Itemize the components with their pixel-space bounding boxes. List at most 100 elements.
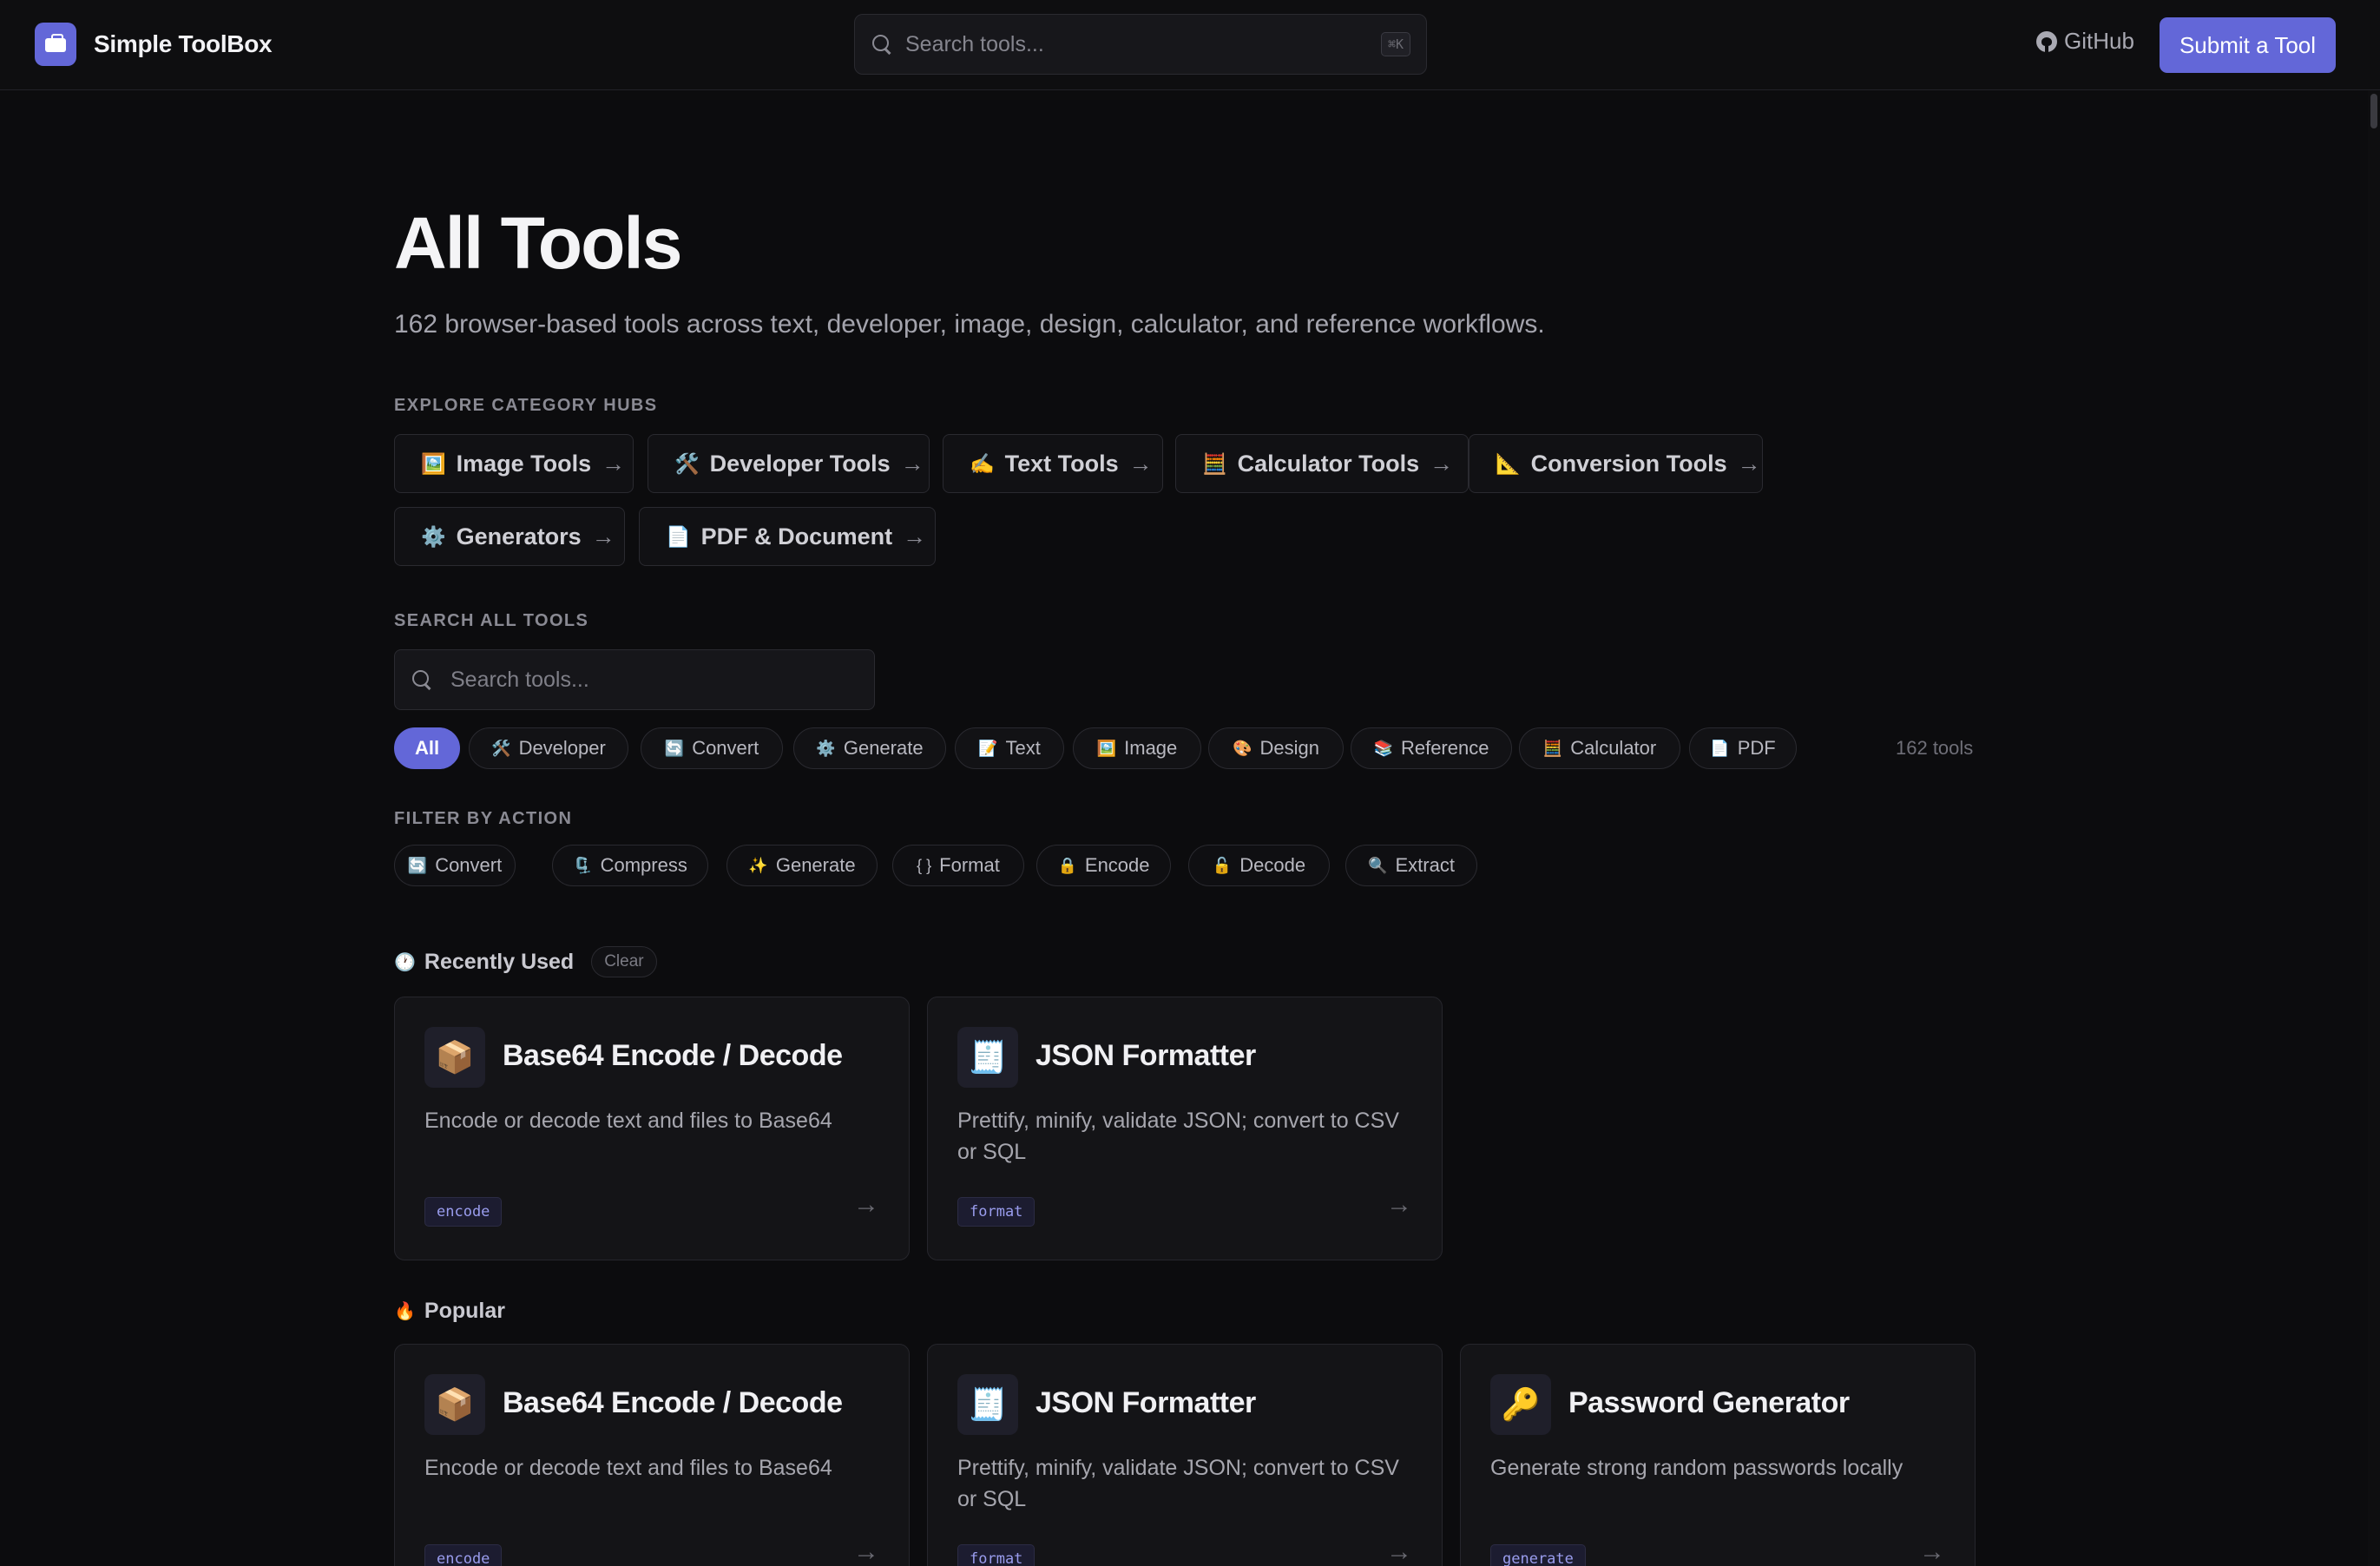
action-chip-format[interactable]: { } Format	[892, 845, 1024, 886]
arrow-right-icon: →	[853, 1190, 879, 1219]
chip-label: Convert	[435, 854, 503, 876]
tool-card[interactable]: 📦 Base64 Encode / Decode Encode or decod…	[394, 1344, 910, 1566]
hub-label: Developer Tools	[709, 450, 891, 477]
search-icon	[412, 670, 431, 689]
submit-tool-button[interactable]: Submit a Tool	[2160, 17, 2336, 73]
hub-label: Image Tools	[456, 450, 592, 477]
action-chip-encode[interactable]: 🔒 Encode	[1036, 845, 1171, 886]
main-content: All Tools 162 browser-based tools across…	[394, 0, 1977, 1566]
chip-label: Extract	[1395, 854, 1455, 876]
category-chip-calculator[interactable]: 🧮 Calculator	[1519, 727, 1680, 769]
chip-label: Decode	[1239, 854, 1306, 876]
category-chip-text[interactable]: 📝 Text	[955, 727, 1064, 769]
arrow-right-icon: →	[1919, 1537, 1945, 1566]
search-all-label: SEARCH ALL TOOLS	[394, 611, 589, 630]
tools-search-input[interactable]	[450, 667, 874, 693]
hub-text-tools[interactable]: ✍️ Text Tools →	[943, 434, 1163, 493]
category-chip-image[interactable]: 🖼️ Image	[1073, 727, 1201, 769]
action-chip-decode[interactable]: 🔓 Decode	[1188, 845, 1330, 886]
arrow-right-icon: →	[1128, 450, 1153, 477]
arrow-right-icon: →	[903, 523, 927, 549]
tools-search[interactable]	[394, 649, 875, 710]
brand-link[interactable]: Simple ToolBox	[35, 23, 273, 66]
card-description: Prettify, minify, validate JSON; convert…	[957, 1456, 1399, 1511]
github-label: GitHub	[2064, 28, 2134, 54]
page-scrollbar[interactable]	[2368, 90, 2380, 1566]
category-chip-all[interactable]: All	[394, 727, 460, 769]
action-chip-convert[interactable]: 🔄 Convert	[394, 845, 516, 886]
category-chip-generate[interactable]: ⚙️ Generate	[793, 727, 946, 769]
card-title: Password Generator	[1568, 1386, 1850, 1419]
hub-image-tools[interactable]: 🖼️ Image Tools →	[394, 434, 634, 493]
gear-icon: ⚙️	[421, 524, 446, 548]
package-icon: 📦	[424, 1027, 485, 1088]
refresh-icon: 🔄	[407, 856, 428, 874]
tool-card[interactable]: 📦 Base64 Encode / Decode Encode or decod…	[394, 997, 910, 1260]
hub-label: Generators	[456, 523, 582, 549]
chip-label: PDF	[1737, 737, 1776, 759]
arrow-right-icon: →	[853, 1537, 879, 1566]
hub-label: PDF & Document	[700, 523, 893, 549]
action-chip-compress[interactable]: 🗜️ Compress	[552, 845, 708, 886]
chip-label: Calculator	[1570, 737, 1657, 759]
gear-icon: ⚙️	[816, 739, 836, 757]
tools-count: 162 tools	[1896, 737, 1974, 759]
document-icon: 📄	[666, 524, 691, 548]
compress-icon: 🗜️	[573, 856, 593, 874]
card-description: Prettify, minify, validate JSON; convert…	[957, 1109, 1399, 1164]
chip-label: Generate	[775, 854, 856, 876]
card-description: Encode or decode text and files to Base6…	[424, 1109, 832, 1133]
chip-label: Design	[1259, 737, 1319, 759]
category-chip-pdf[interactable]: 📄 PDF	[1689, 727, 1797, 769]
image-icon: 🖼️	[1096, 739, 1117, 757]
card-tag: format	[957, 1544, 1035, 1566]
category-chip-developer[interactable]: 🛠️ Developer	[469, 727, 628, 769]
category-chip-reference[interactable]: 📚 Reference	[1351, 727, 1512, 769]
chip-label: All	[414, 737, 440, 759]
hub-generators[interactable]: ⚙️ Generators →	[394, 507, 625, 566]
card-tag: format	[957, 1197, 1035, 1227]
card-title: Base64 Encode / Decode	[503, 1039, 843, 1072]
category-chip-design[interactable]: 🎨 Design	[1208, 727, 1344, 769]
recently-used-header: 🕐 Recently Used Clear	[394, 946, 657, 977]
chip-label: Convert	[692, 737, 759, 759]
clear-recent-button[interactable]: Clear	[591, 946, 657, 977]
receipt-icon: 🧾	[957, 1027, 1018, 1088]
card-description: Generate strong random passwords locally	[1490, 1456, 1903, 1480]
hub-developer-tools[interactable]: 🛠️ Developer Tools →	[648, 434, 930, 493]
hub-pdf-document[interactable]: 📄 PDF & Document →	[639, 507, 936, 566]
hub-conversion-tools[interactable]: 📐 Conversion Tools →	[1469, 434, 1763, 493]
card-title: JSON Formatter	[1035, 1386, 1256, 1419]
scrollbar-thumb[interactable]	[2370, 94, 2377, 128]
tools-icon: 🛠️	[674, 451, 700, 475]
refresh-icon: 🔄	[664, 739, 685, 757]
image-icon: 🖼️	[421, 451, 446, 475]
unlock-icon: 🔓	[1212, 856, 1233, 874]
abacus-icon: 🧮	[1542, 739, 1563, 757]
arrow-right-icon: →	[1430, 450, 1454, 477]
chip-label: Text	[1005, 737, 1041, 759]
section-title: Popular	[424, 1299, 505, 1323]
tool-card[interactable]: 🧾 JSON Formatter Prettify, minify, valid…	[927, 997, 1443, 1260]
fire-icon: 🔥	[394, 1302, 416, 1321]
package-icon: 📦	[424, 1374, 485, 1435]
toolbox-logo-icon	[35, 23, 76, 66]
tool-card[interactable]: 🔑 Password Generator Generate strong ran…	[1460, 1344, 1976, 1566]
card-title: JSON Formatter	[1035, 1039, 1256, 1072]
github-icon	[2036, 30, 2057, 52]
chip-label: Format	[939, 854, 1000, 876]
card-title: Base64 Encode / Decode	[503, 1386, 843, 1419]
category-chip-convert[interactable]: 🔄 Convert	[641, 727, 783, 769]
action-chip-extract[interactable]: 🔍 Extract	[1345, 845, 1477, 886]
sparkles-icon: ✨	[748, 856, 768, 874]
github-link[interactable]: GitHub	[2036, 28, 2134, 55]
tools-icon: 🛠️	[491, 739, 511, 757]
chip-label: Generate	[843, 737, 924, 759]
books-icon: 📚	[1373, 739, 1393, 757]
tool-card[interactable]: 🧾 JSON Formatter Prettify, minify, valid…	[927, 1344, 1443, 1566]
section-title: Recently Used	[424, 949, 575, 974]
chip-label: Compress	[600, 854, 687, 876]
action-chip-generate[interactable]: ✨ Generate	[726, 845, 878, 886]
abacus-icon: 🧮	[1202, 451, 1227, 475]
hub-calculator-tools[interactable]: 🧮 Calculator Tools →	[1175, 434, 1469, 493]
